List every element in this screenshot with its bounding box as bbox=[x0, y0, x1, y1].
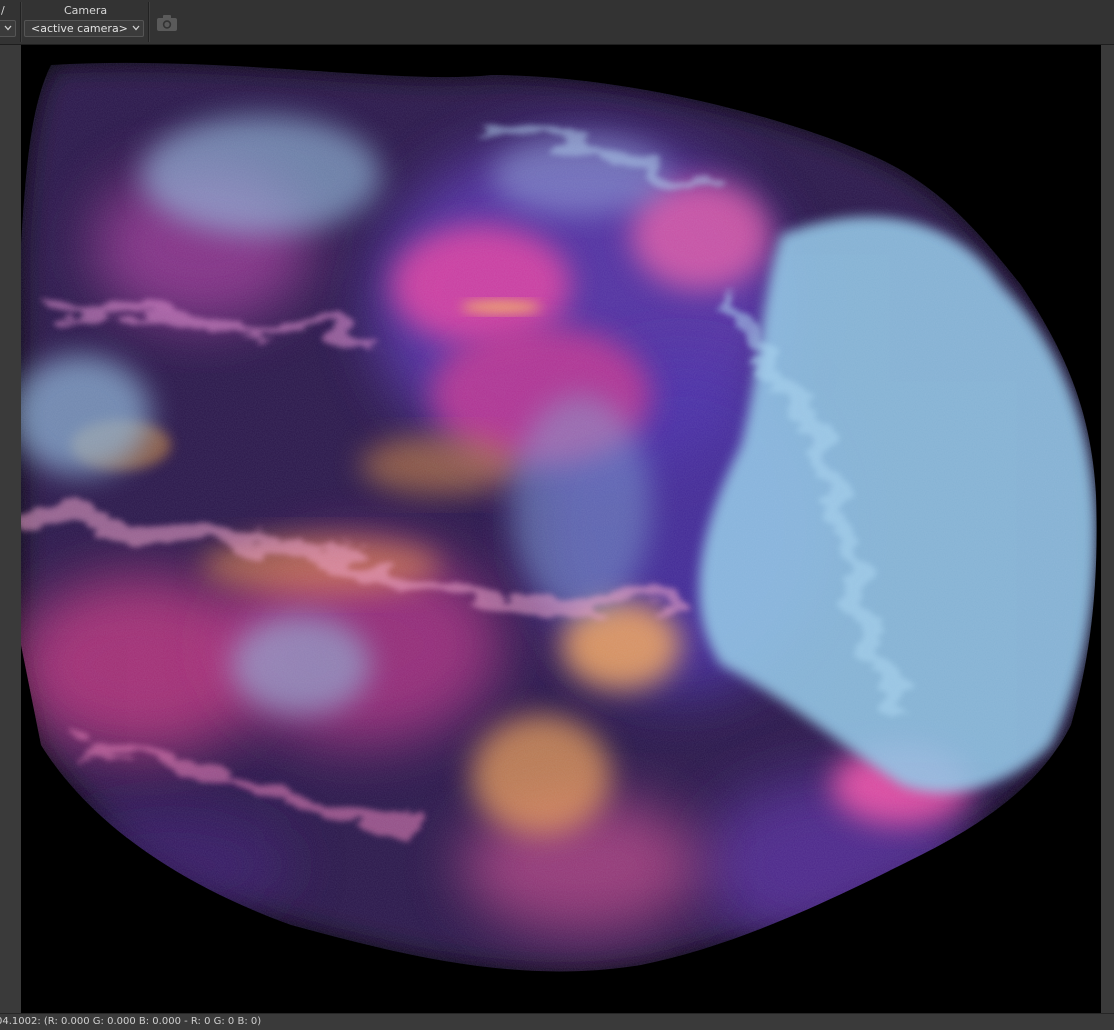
toolbar-separator bbox=[20, 2, 21, 42]
snapshot-button[interactable] bbox=[154, 12, 180, 34]
camera-dropdown[interactable]: <active camera> bbox=[24, 20, 144, 37]
status-bar: 04.1002: (R: 0.000 G: 0.000 B: 0.000 - R… bbox=[0, 1013, 1114, 1030]
toolbar-separator bbox=[148, 2, 149, 42]
camera-dropdown-value: <active camera> bbox=[31, 22, 128, 35]
chevron-down-icon bbox=[4, 25, 12, 31]
volumetric-smoke-render bbox=[21, 62, 1097, 972]
render-viewport[interactable] bbox=[21, 45, 1101, 1013]
camera-label: Camera bbox=[64, 4, 108, 17]
render-toolbar: / Camera <active camera> bbox=[0, 0, 1114, 45]
pixel-readout: 04.1002: (R: 0.000 G: 0.000 B: 0.000 - R… bbox=[0, 1016, 262, 1027]
camera-group: Camera <active camera> bbox=[24, 0, 146, 44]
left-setting-label: / bbox=[1, 4, 5, 17]
left-setting-dropdown[interactable] bbox=[0, 20, 16, 37]
render-view-window: / Camera <active camera> 04.1002: (R: 0.… bbox=[0, 0, 1114, 1030]
camera-icon bbox=[157, 15, 177, 31]
left-setting-group: / bbox=[0, 0, 20, 44]
chevron-down-icon bbox=[132, 25, 140, 31]
